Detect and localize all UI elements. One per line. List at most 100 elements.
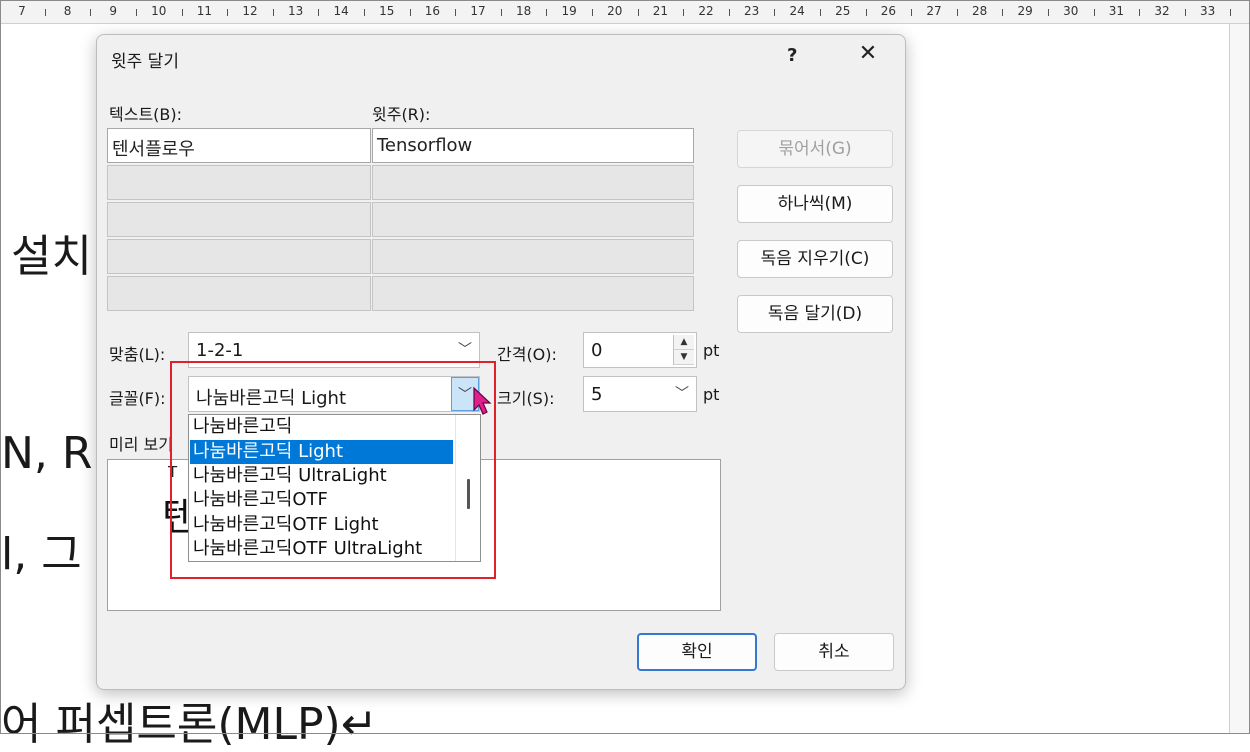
help-button[interactable]: ? [787, 45, 797, 66]
ruler-number: 23 [743, 4, 760, 18]
size-label: 크기(S): [497, 389, 555, 408]
ruler-number: 15 [379, 4, 395, 18]
ruby-cell[interactable] [372, 202, 694, 237]
text-cell[interactable]: 텐서플로우 [107, 128, 371, 163]
ruler-number: 22 [698, 4, 714, 18]
ruler-number: 31 [1108, 4, 1125, 18]
ruler-number: 20 [607, 4, 623, 18]
clear-reading-button[interactable]: 독음 지우기(C) [737, 240, 893, 278]
spinner-buttons[interactable]: ▲ ▼ [673, 335, 694, 365]
ruler-number: 9 [109, 4, 118, 18]
ruler-tick [318, 9, 320, 16]
font-option[interactable]: 나눔바른고딕 [190, 415, 453, 439]
one-by-one-button[interactable]: 하나씩(M) [737, 185, 893, 223]
font-value: 나눔바른고딕 Light [196, 388, 347, 409]
ruler-tick [1002, 9, 1004, 16]
ruler-tick [637, 9, 639, 16]
ruler-tick [409, 9, 411, 16]
font-option[interactable]: 나눔바른고딕 UltraLight [190, 464, 453, 488]
ruler-tick [774, 9, 776, 16]
text-cell[interactable] [107, 202, 371, 237]
ruler-tick [592, 9, 593, 16]
text-column-label: 텍스트(B): [109, 105, 183, 124]
add-reading-button[interactable]: 독음 달기(D) [737, 295, 893, 333]
font-option[interactable]: 나눔바른고딕OTF [190, 488, 453, 512]
ruler-tick [227, 9, 229, 16]
ruler-number: 25 [835, 4, 851, 18]
size-select[interactable]: 5 ﹀ [583, 376, 697, 412]
document-margin [1230, 24, 1249, 733]
document-text-line: l, 그 [1, 529, 82, 580]
ruby-dialog: 윗주 달기 ? ✕ 텍스트(B): 윗주(R): 텐서플로우 Tensorflo… [96, 34, 906, 690]
text-cell[interactable] [107, 276, 371, 311]
close-button[interactable]: ✕ [855, 41, 881, 67]
text-cell[interactable] [107, 165, 371, 200]
ruler-tick [911, 9, 913, 16]
offset-spinner[interactable]: 0 ▲ ▼ [583, 332, 697, 368]
ruler-number: 19 [561, 4, 577, 18]
ruler-tick [44, 9, 46, 16]
ruler-tick [956, 9, 958, 16]
chevron-down-icon[interactable]: ﹀ [668, 377, 696, 411]
ruler-tick [546, 9, 548, 16]
ruby-cell[interactable] [372, 165, 694, 200]
ruler-tick [1048, 9, 1049, 16]
ruler-number: 21 [652, 4, 669, 18]
alignment-select[interactable]: 1-2-1 ﹀ [188, 332, 480, 368]
alignment-value: 1-2-1 [196, 340, 244, 361]
ruler-tick [865, 9, 867, 16]
ruler-number: 29 [1017, 4, 1033, 18]
ruler-number: 16 [424, 4, 441, 18]
offset-label: 간격(O): [497, 345, 557, 364]
preview-ruby-text: T [168, 463, 178, 481]
mouse-cursor-icon [473, 386, 492, 415]
spin-up-icon[interactable]: ▲ [674, 335, 694, 350]
alignment-label: 맞춤(L): [109, 345, 166, 364]
ruler-number: 26 [880, 4, 897, 18]
offset-value: 0 [591, 340, 603, 361]
ruler-tick [683, 9, 685, 16]
ruler-number: 28 [971, 4, 988, 18]
ruler-number: 17 [470, 4, 486, 18]
ruby-cell[interactable] [372, 276, 694, 311]
font-option[interactable]: 나눔바른고딕OTF UltraLight [190, 537, 453, 561]
ok-button[interactable]: 확인 [637, 633, 757, 671]
scrollbar-thumb[interactable] [467, 479, 470, 509]
ruler-tick [1230, 9, 1232, 16]
ruler-tick [1184, 9, 1186, 16]
ruler-tick [728, 9, 730, 16]
document-text-line: 설치 [11, 231, 92, 282]
ruler-number: 27 [926, 4, 942, 18]
ruler-number: 24 [789, 4, 805, 18]
document-text-line: 어 퍼셉트론(MLP)↵ [1, 699, 378, 750]
ruby-column-label: 윗주(R): [372, 105, 431, 124]
font-option-selected[interactable]: 나눔바른고딕 Light [190, 440, 453, 464]
ruler-number: 18 [515, 4, 532, 18]
ruler-number: 8 [63, 4, 72, 18]
ruler-number: 13 [287, 4, 304, 18]
ruler-number: 14 [333, 4, 349, 18]
ruler-tick [364, 9, 365, 16]
text-cell[interactable] [107, 239, 371, 274]
spin-down-icon[interactable]: ▼ [674, 350, 694, 365]
cancel-button[interactable]: 취소 [774, 633, 894, 671]
group-button[interactable]: 묶어서(G) [737, 130, 893, 168]
horizontal-ruler: 7 8 9 10 11 12 13 14 15 16 17 18 19 20 21 22 23 24 25 26 27 2… [1, 1, 1249, 24]
ruler-tick [455, 9, 457, 16]
chevron-down-icon[interactable]: ﹀ [451, 333, 479, 367]
ruby-cell-value: Tensorflow [377, 135, 473, 156]
font-dropdown-list[interactable]: 나눔바른고딕 나눔바른고딕 Light 나눔바른고딕 UltraLight 나눔… [188, 414, 481, 562]
ruby-cell[interactable] [372, 239, 694, 274]
ruler-tick [1139, 9, 1141, 16]
ruler-tick [181, 9, 183, 16]
preview-label: 미리 보기 [109, 435, 173, 454]
ruby-cell[interactable]: Tensorflow [372, 128, 694, 163]
ruler-number: 10 [151, 4, 167, 18]
font-option[interactable]: 나눔바른고딕OTF Light [190, 513, 453, 537]
ruler-number: 12 [242, 4, 258, 18]
ruler-tick [500, 9, 502, 16]
font-select[interactable]: 나눔바른고딕 Light ﹀ [188, 376, 480, 412]
dropdown-scrollbar[interactable] [455, 415, 480, 561]
ruler-tick [1093, 9, 1095, 16]
font-label: 글꼴(F): [109, 389, 166, 408]
